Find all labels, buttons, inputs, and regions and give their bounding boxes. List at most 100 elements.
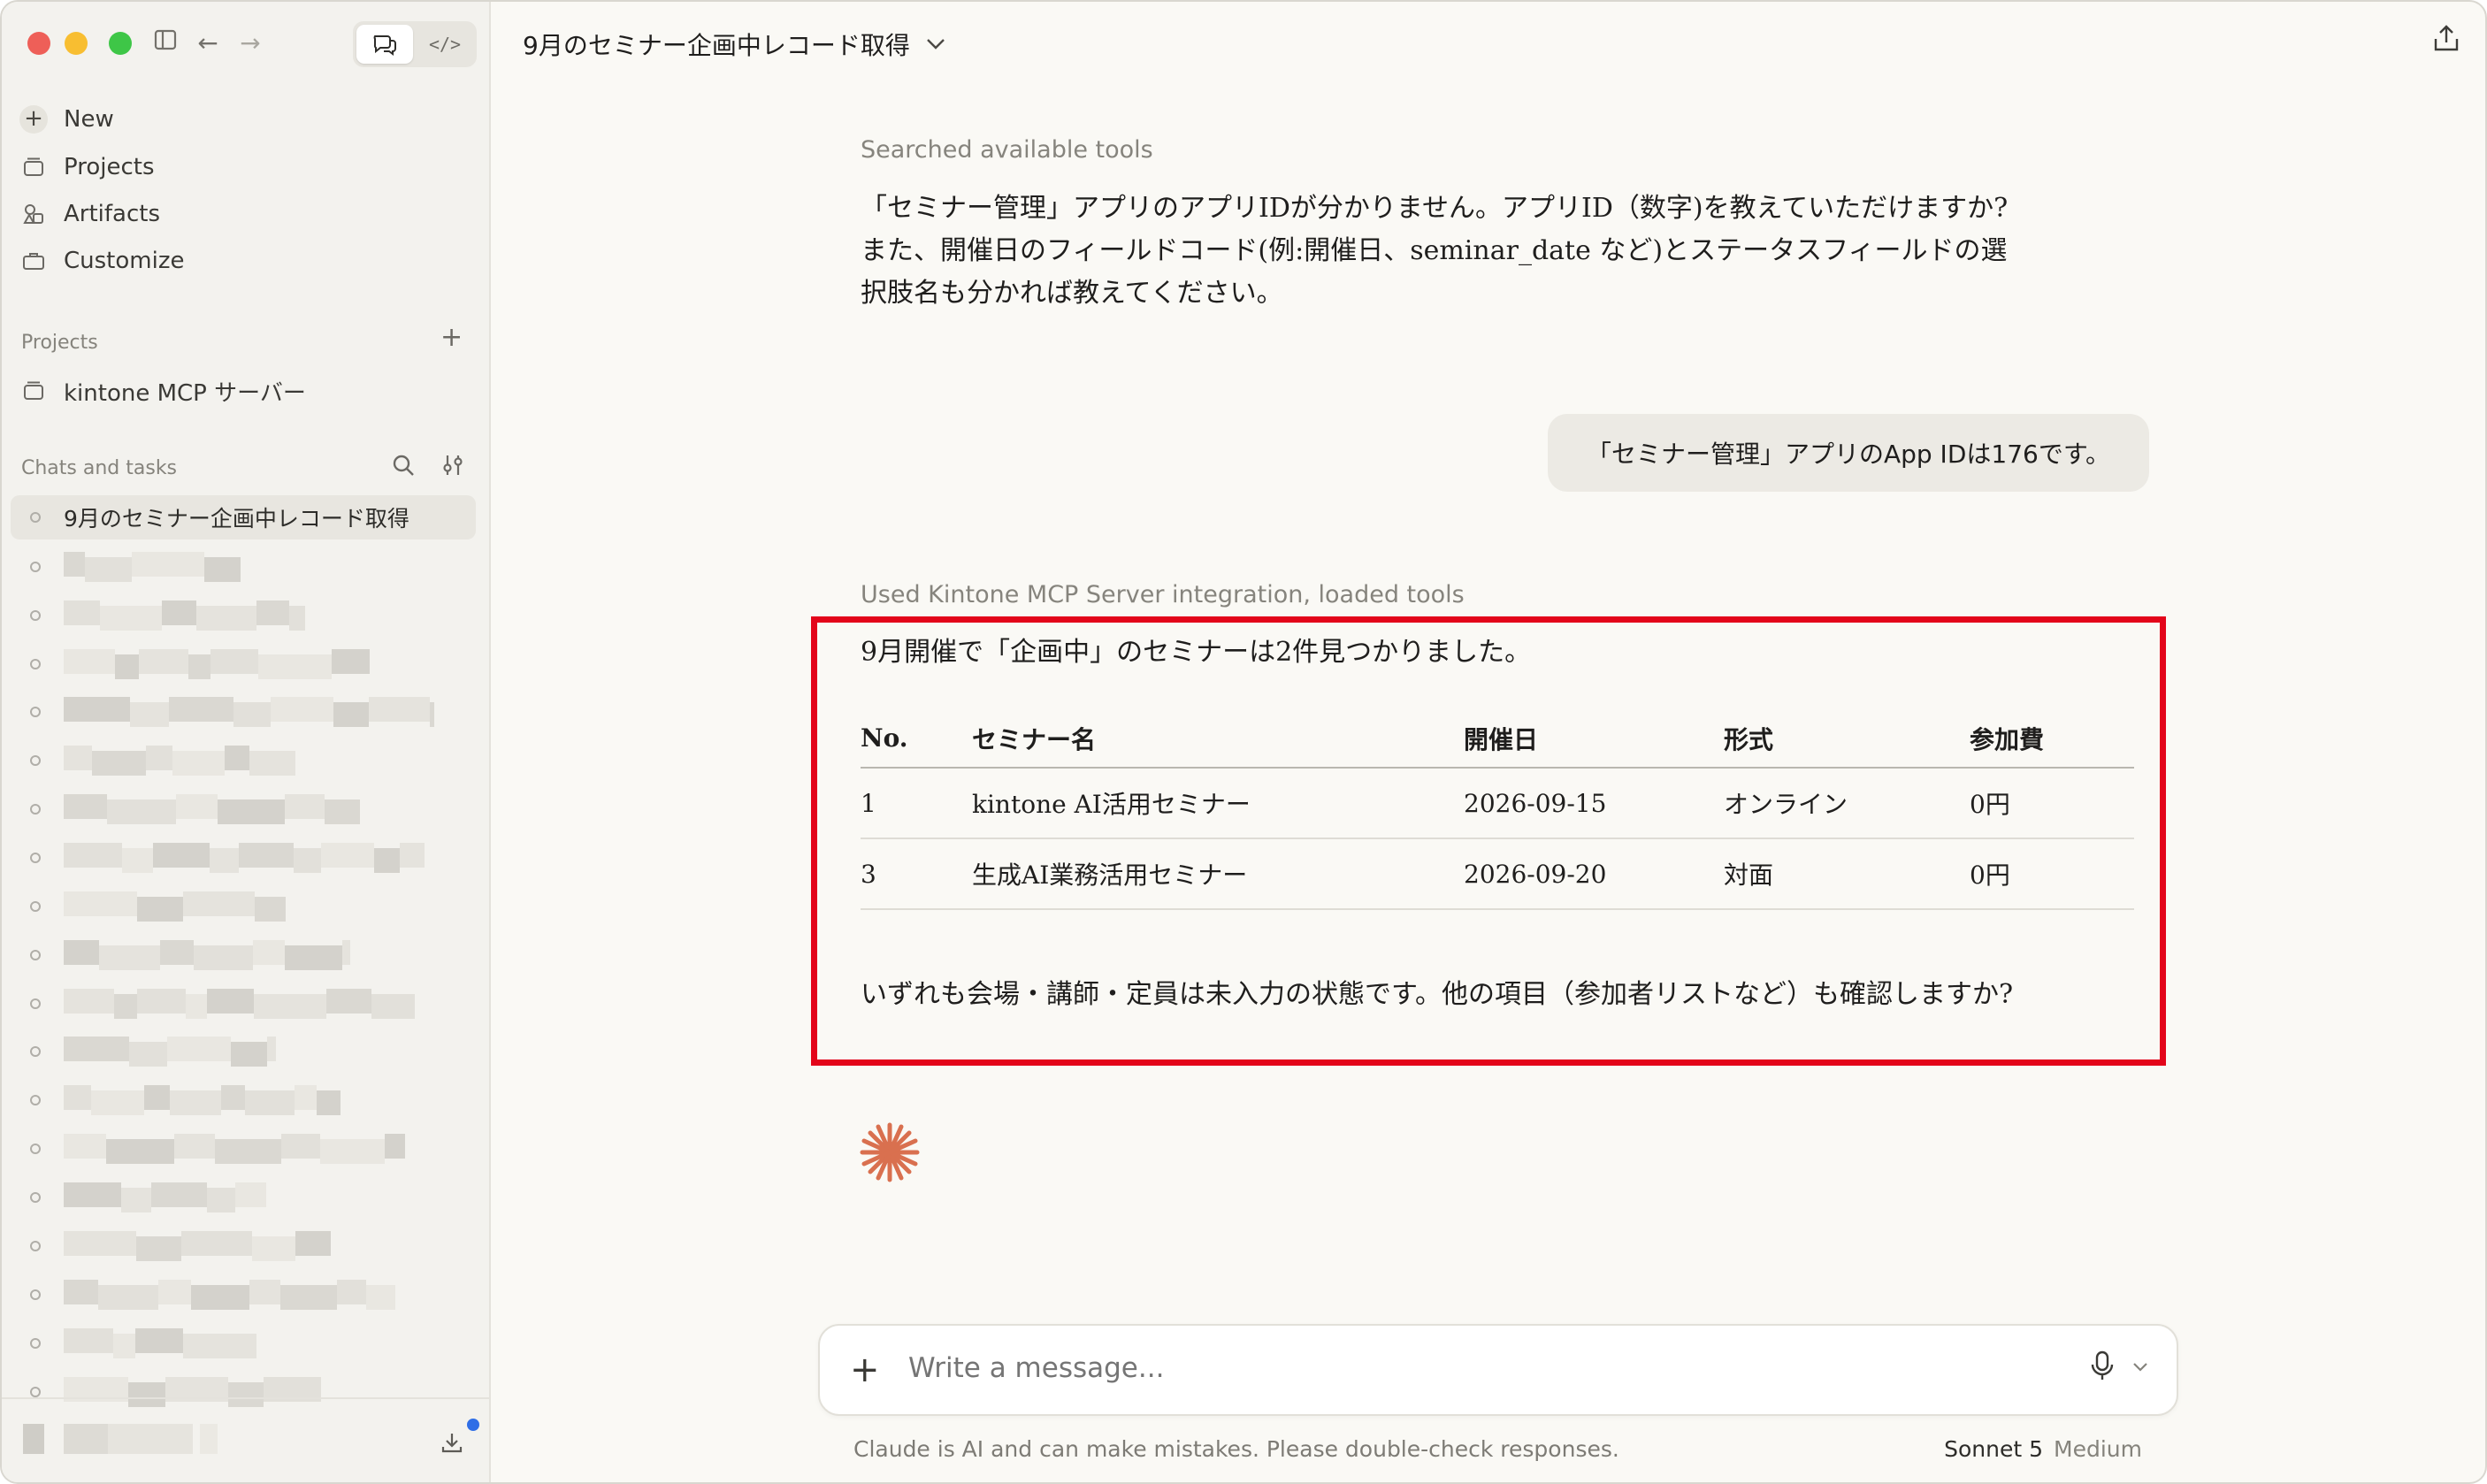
table-row: 3 生成AI業務活用セミナー 2026-09-20 対面 0円 (861, 838, 2134, 910)
folder-icon (19, 377, 48, 405)
code-icon: </> (428, 34, 462, 55)
chat-status-dot (30, 1241, 41, 1251)
add-attachment-plus-icon[interactable]: + (850, 1347, 880, 1393)
message-line: また、開催日のフィールドコード(例:開催日、seminar_date など)とス… (861, 235, 2008, 266)
microphone-icon[interactable] (2090, 1350, 2115, 1390)
list-item[interactable] (11, 1029, 476, 1074)
table-cell: 0円 (1970, 838, 2134, 910)
chat-status-dot (30, 1387, 41, 1397)
list-item[interactable] (11, 933, 476, 977)
table-cell: オンライン (1724, 768, 1970, 839)
chat-item-active[interactable]: 9月のセミナー企画中レコード取得 (11, 495, 476, 539)
column-header: 形式 (1724, 709, 1970, 769)
main-pane: 9月のセミナー企画中レコード取得 Searched available tool… (491, 2, 2485, 1482)
assistant-message-2-outro: いずれも会場・講師・定員は未入力の状態です。他の項目（参加者リストなど）も確認し… (861, 979, 2014, 1010)
zoom-window-button[interactable] (109, 32, 132, 55)
list-item[interactable] (11, 982, 476, 1026)
project-item-kintone-mcp[interactable]: kintone MCP サーバー (19, 371, 306, 411)
column-header: 参加費 (1970, 709, 2134, 769)
search-icon[interactable] (391, 453, 416, 484)
chat-status-dot (30, 950, 41, 960)
redacted-chat-title (64, 649, 370, 679)
list-item[interactable] (11, 642, 476, 686)
list-item[interactable] (11, 593, 476, 638)
blurred-account[interactable] (23, 1424, 218, 1454)
results-table: No. セミナー名 開催日 形式 参加費 1 kintone AI活用セミナー … (861, 709, 2134, 910)
chat-bubbles-icon (373, 35, 396, 56)
list-item[interactable] (11, 884, 476, 929)
code-mode-button[interactable]: </> (417, 25, 473, 64)
tool-usage-label[interactable]: Used Kintone MCP Server integration, loa… (861, 581, 1465, 608)
list-item[interactable] (11, 1127, 476, 1171)
sidebar-item-customize[interactable]: Customize (19, 241, 184, 281)
message-line: 択肢名も分かれば教えてください。 (861, 278, 1283, 309)
message-line: 「セミナー管理」アプリのアプリIDが分かりません。アプリID（数字)を教えていた… (861, 193, 2009, 224)
redacted-chat-title (64, 794, 360, 824)
list-item[interactable] (11, 738, 476, 783)
model-name: Sonnet 5 (1944, 1436, 2044, 1462)
sidebar-item-new[interactable]: + New (19, 99, 114, 140)
list-item[interactable] (11, 1078, 476, 1122)
sidebar-toggle-icon[interactable] (150, 28, 180, 58)
redacted-chat-title (64, 1085, 341, 1115)
list-item[interactable] (11, 690, 476, 734)
chat-status-dot (30, 901, 41, 912)
list-item[interactable] (11, 836, 476, 880)
table-header-row: No. セミナー名 開催日 形式 参加費 (861, 709, 2134, 769)
add-project-plus-icon[interactable]: + (440, 322, 463, 353)
briefcase-icon (19, 247, 48, 275)
effort-level: Medium (2054, 1436, 2142, 1462)
forward-arrow-icon[interactable]: → (235, 28, 265, 58)
redacted-chat-title (64, 697, 434, 727)
redacted-chat-title (64, 843, 425, 873)
share-icon[interactable] (2432, 25, 2460, 60)
list-item[interactable] (11, 1273, 476, 1317)
app-window: ← → </> + New Projects Artifacts Customi… (0, 0, 2487, 1484)
table-row: 1 kintone AI活用セミナー 2026-09-15 オンライン 0円 (861, 768, 2134, 839)
message-input[interactable] (908, 1352, 1970, 1384)
list-item[interactable] (11, 1224, 476, 1268)
redacted-chat-title (64, 1231, 331, 1261)
redacted-chat-title (64, 1134, 405, 1164)
chat-status-dot (30, 512, 41, 523)
conversation-title[interactable]: 9月のセミナー企画中レコード取得 (523, 27, 945, 62)
redacted-chat-title (64, 989, 415, 1019)
redacted-chat-title (64, 1037, 276, 1067)
list-item[interactable] (11, 1175, 476, 1220)
sidebar: ← → </> + New Projects Artifacts Customi… (2, 2, 491, 1482)
table-cell: 生成AI業務活用セミナー (972, 838, 1464, 910)
user-message-text: 「セミナー管理」アプリのApp IDは176です。 (1586, 440, 2111, 469)
sidebar-item-label: Projects (64, 154, 155, 180)
redacted-chat-title (64, 1182, 266, 1212)
redacted-chat-title (64, 1280, 395, 1310)
table-cell: 2026-09-20 (1464, 838, 1724, 910)
chevron-down-icon[interactable] (2132, 1356, 2148, 1377)
sidebar-item-artifacts[interactable]: Artifacts (19, 194, 160, 234)
sidebar-item-label: Artifacts (64, 201, 161, 227)
chat-status-dot (30, 853, 41, 863)
table-cell: 対面 (1724, 838, 1970, 910)
list-item[interactable] (11, 787, 476, 831)
tool-usage-label[interactable]: Searched available tools (861, 136, 1153, 164)
table-cell: 3 (861, 838, 972, 910)
table-cell: 0円 (1970, 768, 2134, 839)
minimize-window-button[interactable] (65, 32, 88, 55)
list-item[interactable] (11, 1321, 476, 1365)
column-header: 開催日 (1464, 709, 1724, 769)
mode-switcher: </> (353, 21, 477, 67)
redacted-chat-title (64, 940, 350, 970)
download-icon[interactable] (440, 1431, 463, 1460)
sidebar-item-projects[interactable]: Projects (19, 147, 155, 187)
folder-icon (19, 153, 48, 181)
model-selector[interactable]: Sonnet 5 Medium (1944, 1436, 2142, 1462)
sidebar-item-label: Customize (64, 248, 185, 274)
filter-sliders-icon[interactable] (440, 453, 465, 485)
project-label: kintone MCP サーバー (64, 379, 306, 407)
projects-heading: Projects (21, 332, 98, 354)
list-item[interactable] (11, 545, 476, 589)
chat-status-dot (30, 707, 41, 717)
close-window-button[interactable] (27, 32, 50, 55)
column-header: No. (861, 709, 972, 769)
back-arrow-icon[interactable]: ← (193, 28, 223, 58)
chat-mode-button[interactable] (356, 25, 413, 64)
